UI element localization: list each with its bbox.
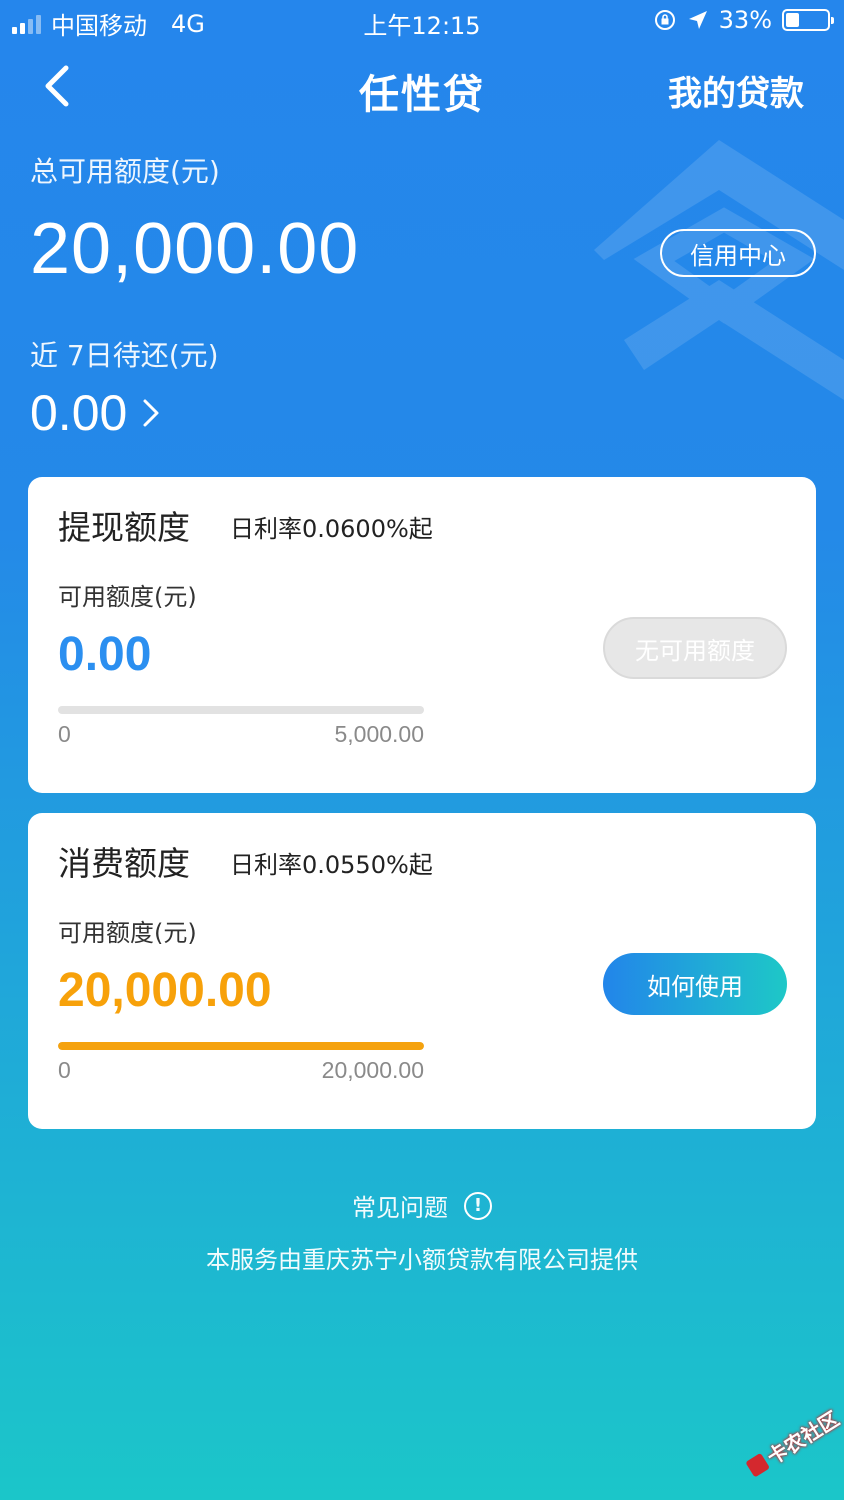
credit-center-button[interactable]: 信用中心 bbox=[660, 229, 816, 277]
faq-label: 常见问题 bbox=[352, 1194, 448, 1222]
status-right: 33% bbox=[653, 6, 834, 34]
provider-notice: 本服务由重庆苏宁小额贷款有限公司提供 bbox=[206, 1246, 638, 1274]
total-credit-amount: 20,000.00 bbox=[30, 209, 360, 289]
info-icon: ! bbox=[464, 1191, 492, 1220]
status-bar: 中国移动 4G 上午12:15 33% bbox=[0, 0, 844, 44]
nav-bar: 任性贷 我的贷款 bbox=[0, 48, 844, 128]
card-title: 消费额度 bbox=[58, 844, 190, 883]
bar-max-label: 20,000.00 bbox=[321, 1057, 424, 1083]
watermark-text: 卡农社区 bbox=[762, 1406, 844, 1470]
card-available-amount: 0.00 bbox=[58, 628, 152, 681]
my-loans-link[interactable]: 我的贷款 bbox=[668, 66, 804, 115]
rotation-lock-icon bbox=[654, 10, 675, 30]
credit-progress-bar bbox=[58, 1042, 424, 1050]
faq-link[interactable]: 常见问题 ! bbox=[0, 1188, 844, 1223]
no-credit-button: 无可用额度 bbox=[603, 617, 787, 679]
credit-progress-fill bbox=[58, 1042, 424, 1050]
consumption-credit-card: 消费额度 日利率0.0550%起 可用额度(元) 20,000.00 0 20,… bbox=[28, 813, 816, 1129]
card-rate: 日利率0.0550%起 bbox=[230, 851, 433, 879]
total-credit-label: 总可用额度(元) bbox=[30, 155, 220, 188]
location-arrow-icon bbox=[688, 11, 707, 29]
card-available-label: 可用额度(元) bbox=[58, 583, 197, 611]
bar-max-label: 5,000.00 bbox=[334, 721, 424, 747]
chevron-right-icon bbox=[143, 399, 159, 427]
bar-min-label: 0 bbox=[58, 721, 71, 747]
card-available-amount: 20,000.00 bbox=[58, 964, 272, 1017]
how-to-use-button[interactable]: 如何使用 bbox=[603, 953, 787, 1015]
watermark: 卡农社区 bbox=[742, 1403, 844, 1482]
watermark-logo-icon bbox=[744, 1452, 770, 1478]
bar-min-label: 0 bbox=[58, 1057, 71, 1083]
due-7days-row[interactable]: 0.00 bbox=[30, 384, 161, 442]
battery-icon bbox=[782, 9, 834, 31]
credit-progress-bar bbox=[58, 706, 424, 714]
battery-fill bbox=[786, 13, 800, 27]
due-7days-label: 近 7日待还(元) bbox=[30, 339, 219, 372]
card-rate: 日利率0.0600%起 bbox=[230, 515, 433, 543]
card-title: 提现额度 bbox=[58, 508, 190, 547]
battery-percent: 33% bbox=[718, 6, 772, 34]
withdrawal-credit-card: 提现额度 日利率0.0600%起 可用额度(元) 0.00 0 5,000.00… bbox=[28, 477, 816, 793]
card-available-label: 可用额度(元) bbox=[58, 919, 197, 947]
due-7days-amount: 0.00 bbox=[30, 385, 128, 441]
